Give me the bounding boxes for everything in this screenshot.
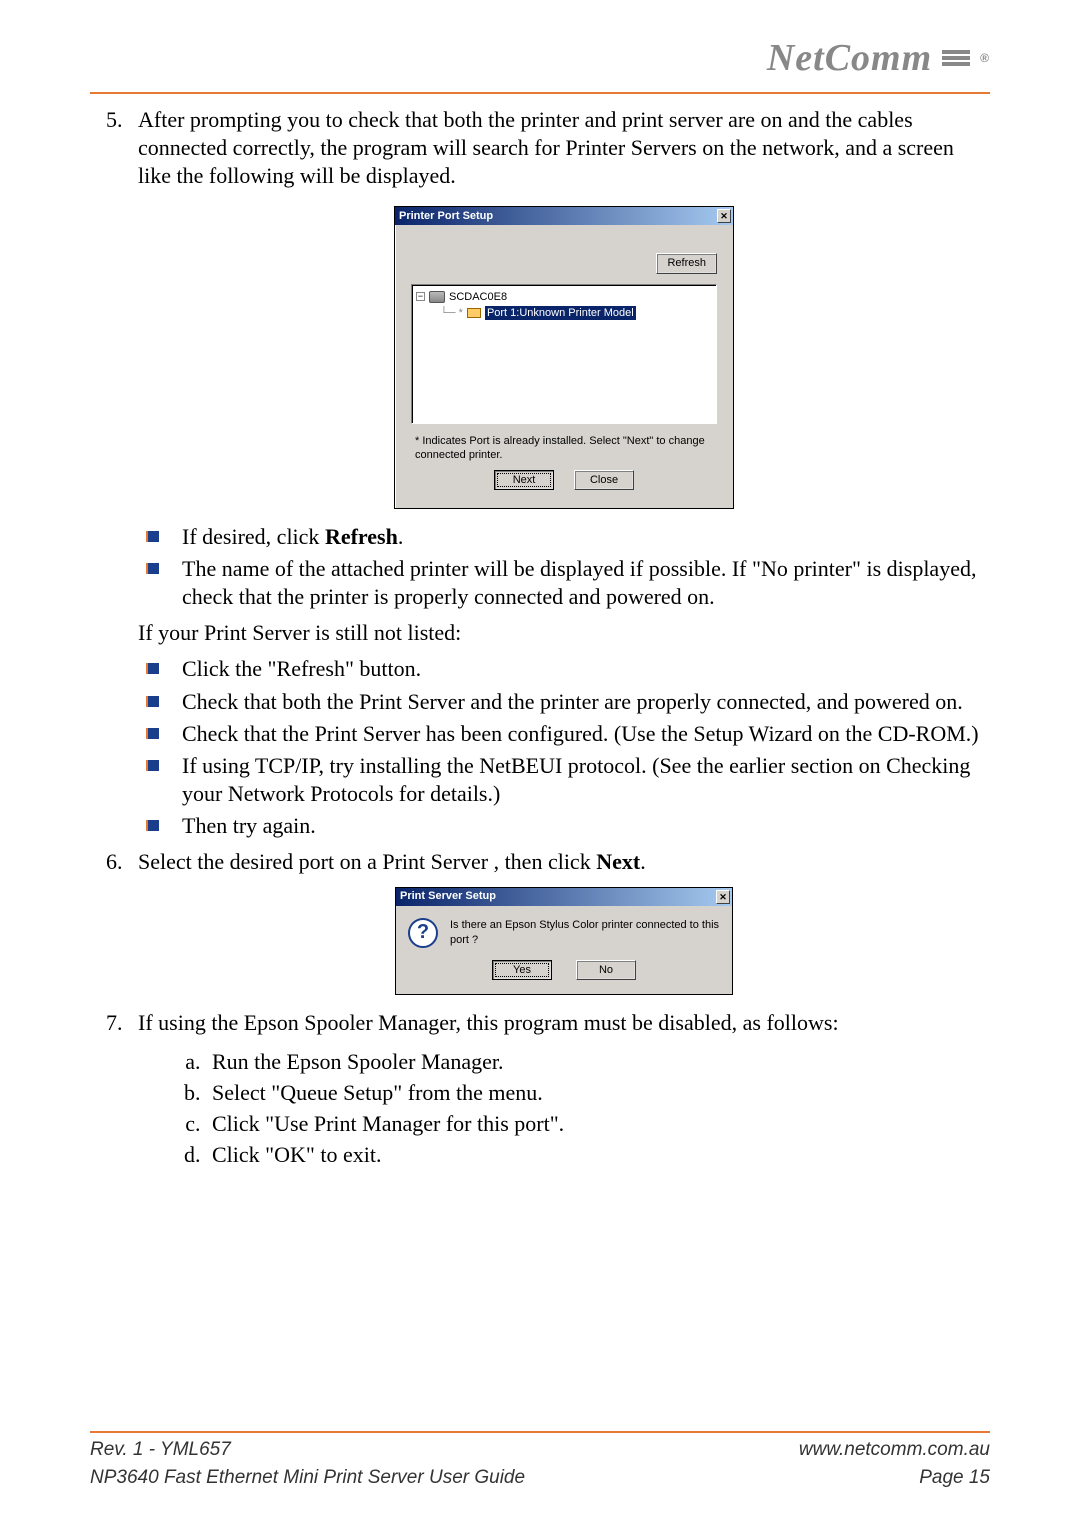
page-header: NetComm ® (90, 36, 990, 86)
next-button[interactable]: Next (494, 470, 554, 490)
yes-button[interactable]: Yes (492, 960, 552, 980)
footer-title: NP3640 Fast Ethernet Mini Print Server U… (90, 1467, 525, 1489)
port-label: Port 1:Unknown Printer Model (485, 306, 636, 320)
step-7c: Click "Use Print Manager for this port". (206, 1109, 990, 1138)
dialog2-titlebar: Print Server Setup ✕ (396, 888, 732, 906)
step-7d: Click "OK" to exit. (206, 1140, 990, 1169)
page-footer: Rev. 1 - YML657 www.netcomm.com.au NP364… (90, 1431, 990, 1489)
no-button[interactable]: No (576, 960, 636, 980)
logo-flag-icon (942, 50, 970, 66)
dialog1-body: Refresh − SCDAC0E8 └─ * Port 1:Unknown P… (395, 225, 733, 507)
footer-rule (90, 1431, 990, 1433)
brand-text: NetComm (767, 36, 932, 80)
step-5: After prompting you to check that both t… (128, 106, 990, 840)
step-7b: Select "Queue Setup" from the menu. (206, 1078, 990, 1107)
step-7a: Run the Epson Spooler Manager. (206, 1047, 990, 1076)
close-icon[interactable]: ✕ (717, 209, 731, 223)
bullets-after-dialog1: If desired, click Refresh. The name of t… (138, 523, 990, 611)
tree-port-row[interactable]: └─ * Port 1:Unknown Printer Model (416, 305, 712, 321)
still-not-listed: If your Print Server is still not listed… (138, 619, 990, 647)
close-icon[interactable]: ✕ (716, 890, 730, 904)
step-7-text: If using the Epson Spooler Manager, this… (138, 1009, 990, 1037)
bullet-try-again: Then try again. (172, 812, 990, 840)
dialog2-title: Print Server Setup (400, 889, 496, 903)
print-server-setup-dialog: Print Server Setup ✕ ? Is there an Epson… (395, 887, 733, 995)
bullet-check-connected: Check that both the Print Server and the… (172, 688, 990, 716)
bullet-noprinter: The name of the attached printer will be… (172, 555, 990, 611)
footer-page: Page 15 (919, 1467, 990, 1489)
bullet-refresh: If desired, click Refresh. (172, 523, 990, 551)
footer-rev: Rev. 1 - YML657 (90, 1439, 231, 1461)
bullet-check-configured: Check that the Print Server has been con… (172, 720, 990, 748)
server-icon (429, 291, 445, 303)
bullets-troubleshoot: Click the "Refresh" button. Check that b… (138, 655, 990, 840)
server-name: SCDAC0E8 (449, 290, 507, 304)
dialog1-hint: * Indicates Port is already installed. S… (403, 428, 725, 464)
refresh-button[interactable]: Refresh (656, 253, 717, 273)
dialog2-footer: Yes No (396, 960, 732, 994)
step-7-sublist: Run the Epson Spooler Manager. Select "Q… (138, 1047, 990, 1169)
step-7: If using the Epson Spooler Manager, this… (128, 1009, 990, 1169)
question-icon: ? (408, 918, 438, 948)
close-button[interactable]: Close (574, 470, 634, 490)
server-tree[interactable]: − SCDAC0E8 └─ * Port 1:Unknown Printer M… (411, 284, 717, 424)
step-6: Select the desired port on a Print Serve… (128, 848, 990, 994)
dialog2-body: ? Is there an Epson Stylus Color printer… (396, 906, 732, 960)
dialog1-footer: Next Close (403, 464, 725, 500)
instruction-list: After prompting you to check that both t… (90, 106, 990, 1169)
collapse-icon[interactable]: − (416, 292, 425, 301)
dialog1-title: Printer Port Setup (399, 209, 493, 223)
footer-url: www.netcomm.com.au (799, 1439, 990, 1461)
registered-mark: ® (980, 51, 990, 65)
step-5-text: After prompting you to check that both t… (138, 106, 990, 190)
header-rule (90, 92, 990, 94)
bullet-click-refresh: Click the "Refresh" button. (172, 655, 990, 683)
tree-server-row[interactable]: − SCDAC0E8 (416, 289, 712, 305)
bullet-tcpip: If using TCP/IP, try installing the NetB… (172, 752, 990, 808)
brand-logo: NetComm ® (767, 36, 990, 80)
tree-branch: └─ * (440, 306, 463, 320)
printer-icon (467, 308, 481, 318)
dialog1-titlebar: Printer Port Setup ✕ (395, 207, 733, 225)
printer-port-setup-dialog: Printer Port Setup ✕ Refresh − SCDAC0E8 (394, 206, 734, 508)
dialog2-message: Is there an Epson Stylus Color printer c… (450, 918, 720, 946)
